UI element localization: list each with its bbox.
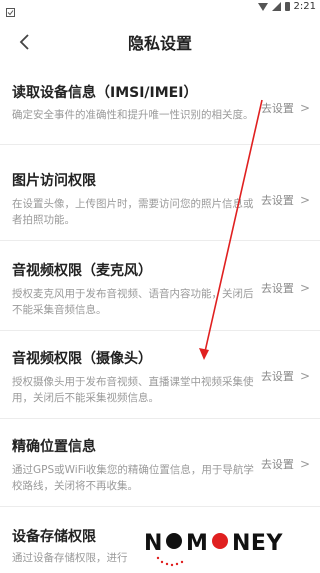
signal-icon [271,2,281,11]
go-settings-button[interactable]: 去设置 > [261,368,310,384]
chevron-right-icon: > [299,457,310,471]
item-title: 设备存储权限 [12,529,96,545]
permission-item-microphone[interactable]: 音视频权限（麦克风） 授权麦克风用于发布音视频、语音内容功能，关闭后不能采集音频… [0,242,320,331]
item-title: 音视频权限（摄像头） [12,351,152,367]
item-description: 确定安全事件的准确性和提升唯一性识别的相关度。 [12,109,254,121]
chevron-right-icon: > [299,369,310,383]
item-title: 图片访问权限 [12,173,96,189]
item-description: 在设置头像，上传图片时，需要访问您的照片信息或者拍照功能。 [12,198,254,226]
go-settings-button[interactable]: 去设置 > [261,280,310,296]
go-settings-button[interactable]: 去设置 > [261,100,310,116]
item-title: 音视频权限（麦克风） [12,263,152,279]
chevron-right-icon: > [299,281,310,295]
item-title: 精确位置信息 [12,439,96,455]
battery-icon [284,2,290,11]
svg-text:NEY: NEY [232,531,283,556]
permission-item-device-info[interactable]: 读取设备信息（IMSI/IMEI） 确定安全事件的准确性和提升唯一性识别的相关度… [0,62,320,145]
watermark-logo: N M NEY [140,522,320,569]
item-description: 授权摄像头用于发布音视频、直播课堂中视频采集使用，关闭后不能采集视频信息。 [12,376,254,404]
permission-item-camera[interactable]: 音视频权限（摄像头） 授权摄像头用于发布音视频、直播课堂中视频采集使用，关闭后不… [0,330,320,419]
permission-item-photos[interactable]: 图片访问权限 在设置头像，上传图片时，需要访问您的照片信息或者拍照功能。 去设置… [0,152,320,241]
notification-icon [6,2,15,17]
nav-bar: 隐私设置 [0,22,320,62]
page-title: 隐私设置 [127,34,192,53]
status-bar: 2:21 [0,0,320,18]
go-settings-button[interactable]: 去设置 > [261,192,310,208]
svg-text:M: M [186,531,208,556]
svg-text:N: N [144,531,163,556]
permission-item-location[interactable]: 精确位置信息 通过GPS或WiFi收集您的精确位置信息，用于导航学校路线，关闭将… [0,418,320,507]
status-time: 2:21 [293,1,316,12]
chevron-right-icon: > [299,101,310,115]
item-description: 通过GPS或WiFi收集您的精确位置信息，用于导航学校路线，关闭将不再收集。 [12,464,254,492]
item-title: 读取设备信息（IMSI/IMEI） [12,85,198,101]
go-settings-button[interactable]: 去设置 > [261,456,310,472]
wifi-icon [257,2,268,11]
chevron-right-icon: > [299,193,310,207]
item-description: 授权麦克风用于发布音视频、语音内容功能，关闭后不能采集音频信息。 [12,288,254,316]
